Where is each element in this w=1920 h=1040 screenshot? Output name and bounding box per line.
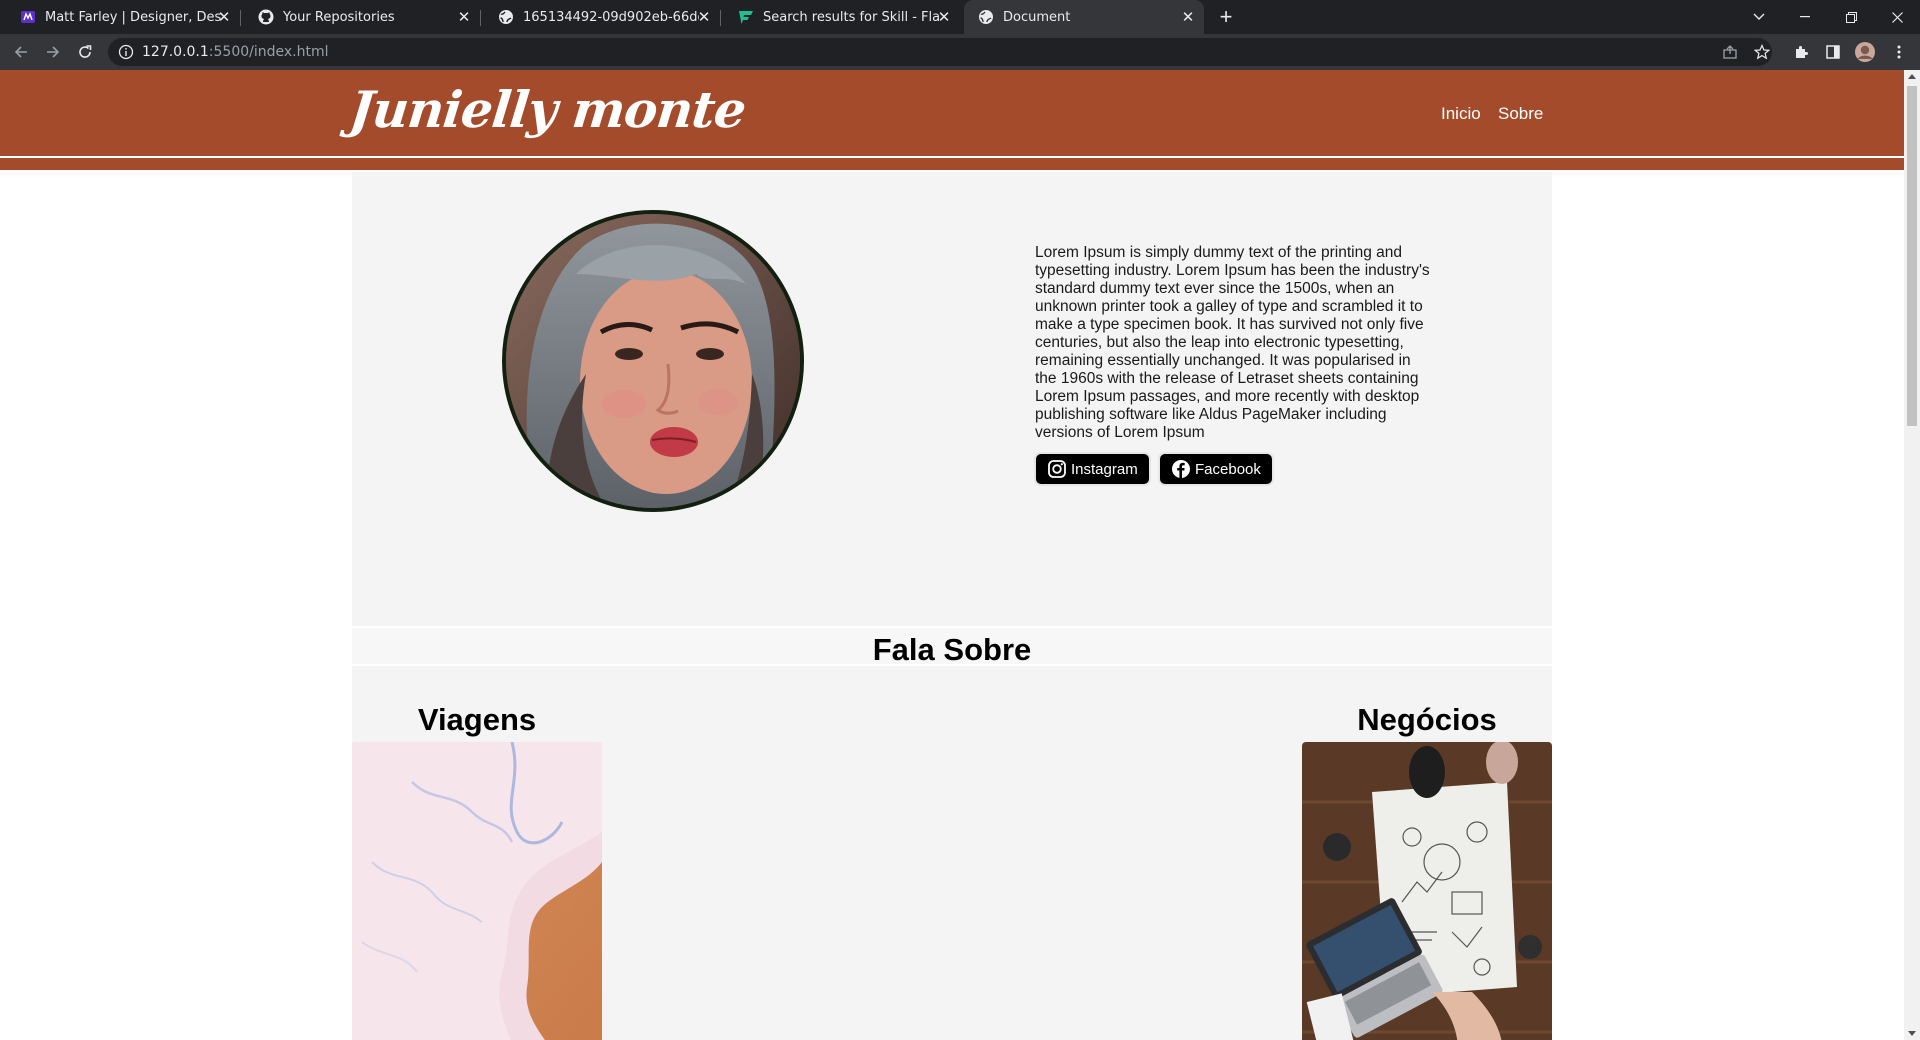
main-content: Lorem Ipsum is simply dummy text of the …	[352, 172, 1552, 1040]
url-text: 127.0.0.1:5500/index.html	[142, 44, 329, 60]
negocios-image[interactable]	[1302, 742, 1552, 1040]
facebook-label: Facebook	[1195, 460, 1261, 478]
nav-link-sobre[interactable]: Sobre	[1498, 104, 1543, 124]
close-icon[interactable]: ✕	[1180, 9, 1196, 25]
tab-image-file[interactable]: 165134492-09d902eb-66dc-452 ✕	[480, 0, 720, 34]
extensions-icon[interactable]	[1789, 40, 1813, 64]
site-logo[interactable]: Junielly monte	[347, 80, 748, 139]
tab-flaticon[interactable]: Search results for Skill - Flaticon ✕	[720, 0, 960, 34]
tab-your-repositories[interactable]: Your Repositories ✕	[240, 0, 480, 34]
globe-icon	[978, 9, 994, 25]
scroll-up-arrow-icon[interactable]	[1908, 74, 1916, 79]
tab-title: Your Repositories	[283, 9, 395, 25]
instagram-icon	[1047, 459, 1067, 479]
back-icon[interactable]	[9, 40, 33, 64]
instagram-button[interactable]: Instagram	[1036, 454, 1149, 484]
share-icon[interactable]	[1718, 40, 1742, 64]
viagens-image[interactable]	[352, 742, 602, 1040]
tab-matt-farley[interactable]: Matt Farley | Designer, Desenvolv ✕	[0, 0, 240, 34]
section-title: Fala Sobre	[872, 632, 1032, 667]
forward-icon[interactable]	[41, 40, 65, 64]
bio-text: Lorem Ipsum is simply dummy text of the …	[1035, 244, 1430, 441]
tab-document[interactable]: Document ✕	[964, 0, 1204, 34]
menu-kebab-icon[interactable]	[1887, 40, 1911, 64]
new-tab-button[interactable]: +	[1214, 5, 1238, 29]
scrollbar-thumb[interactable]	[1907, 86, 1917, 426]
browser-tab-strip: Matt Farley | Designer, Desenvolv ✕ Your…	[0, 0, 1920, 34]
browser-toolbar: 127.0.0.1:5500/index.html	[0, 34, 1920, 70]
scroll-down-arrow-icon[interactable]	[1908, 1031, 1916, 1036]
address-bar[interactable]: 127.0.0.1:5500/index.html	[108, 38, 1772, 66]
minimize-button[interactable]	[1782, 0, 1828, 34]
bookmark-star-icon[interactable]	[1750, 40, 1774, 64]
site-header: Junielly monte Inicio Sobre	[0, 70, 1904, 170]
tab-title: Search results for Skill - Flaticon	[763, 9, 939, 25]
instagram-label: Instagram	[1071, 460, 1138, 478]
header-divider	[0, 156, 1904, 158]
close-icon[interactable]: ✕	[696, 9, 712, 25]
page-scrollbar[interactable]	[1904, 70, 1920, 1040]
github-icon	[258, 9, 274, 25]
close-icon[interactable]: ✕	[456, 9, 472, 25]
side-panel-icon[interactable]	[1821, 40, 1845, 64]
close-icon[interactable]: ✕	[216, 9, 232, 25]
close-icon[interactable]: ✕	[936, 9, 952, 25]
tab-search-chevron-icon[interactable]	[1736, 0, 1782, 34]
tab-title: 165134492-09d902eb-66dc-452	[523, 9, 699, 25]
tab-title: Matt Farley | Designer, Desenvolv	[45, 9, 221, 25]
profile-photo	[502, 210, 804, 512]
facebook-icon	[1171, 459, 1191, 479]
site-purple-icon	[20, 9, 36, 25]
section-heading-band: Fala Sobre	[352, 626, 1552, 667]
url-host: 127.0.0.1	[142, 44, 209, 60]
info-icon[interactable]	[118, 44, 134, 60]
globe-icon	[498, 9, 514, 25]
card-title-negocios: Negócios	[1357, 702, 1497, 737]
restore-button[interactable]	[1828, 0, 1874, 34]
close-window-button[interactable]	[1874, 0, 1920, 34]
url-path: :5500/index.html	[208, 44, 329, 60]
facebook-button[interactable]: Facebook	[1160, 454, 1272, 484]
reload-icon[interactable]	[73, 40, 97, 64]
card-title-viagens: Viagens	[417, 702, 537, 737]
page-viewport: Junielly monte Inicio Sobre Lorem Ipsum …	[0, 70, 1904, 1040]
profile-avatar-icon[interactable]	[1853, 40, 1877, 64]
nav-link-inicio[interactable]: Inicio	[1441, 104, 1481, 124]
tab-title: Document	[1003, 9, 1071, 25]
flaticon-icon	[738, 9, 754, 25]
